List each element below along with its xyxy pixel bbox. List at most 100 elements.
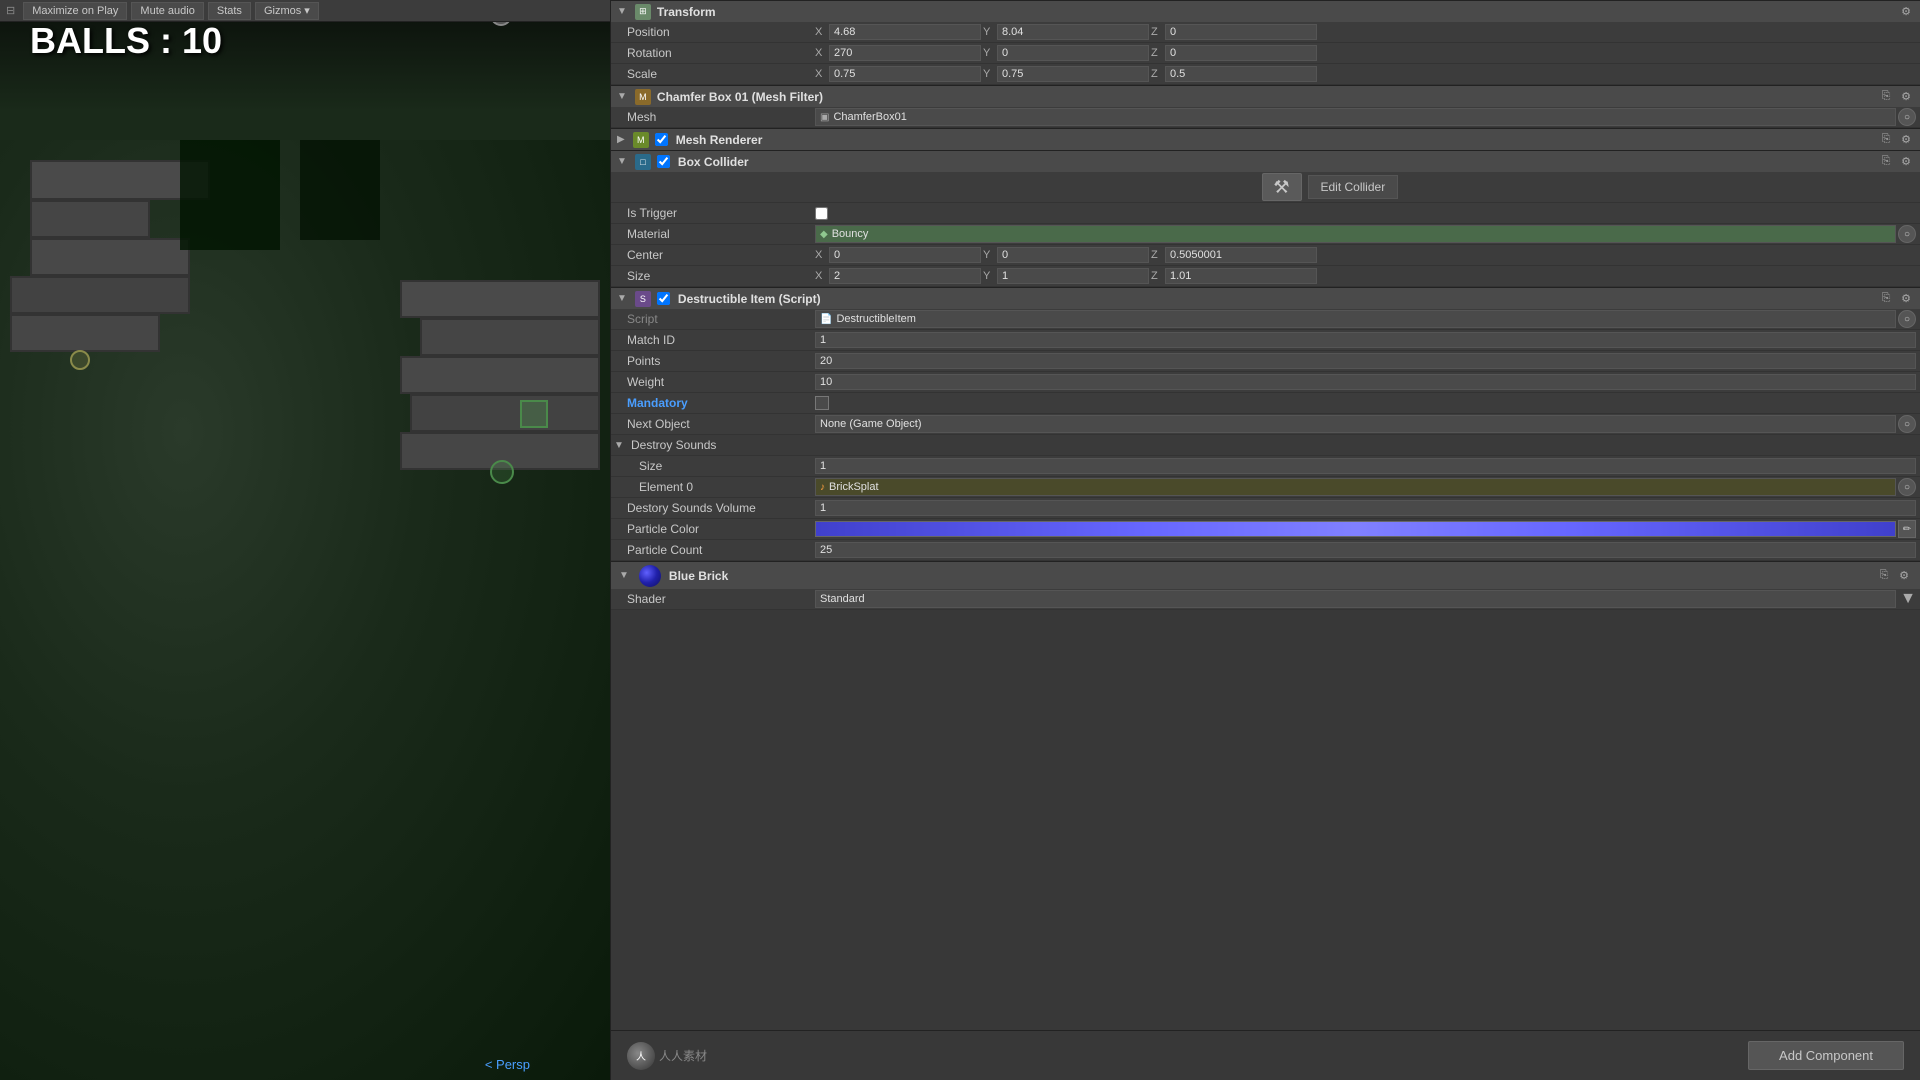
destructible-enabled[interactable] <box>657 292 670 305</box>
rotation-x-input[interactable] <box>829 45 981 61</box>
scale-x-input[interactable] <box>829 66 981 82</box>
scale-z-input[interactable] <box>1165 66 1317 82</box>
destroy-sounds-label: Destroy Sounds <box>627 436 827 454</box>
stats-btn[interactable]: Stats <box>208 2 251 20</box>
next-object-ref-field[interactable]: None (Game Object) <box>815 415 1896 433</box>
edit-collider-btn[interactable]: Edit Collider <box>1308 175 1399 199</box>
blue-brick-header[interactable]: ▼ Blue Brick ⎘ ⚙ <box>611 561 1920 589</box>
mesh-select-btn[interactable]: ○ <box>1898 108 1916 126</box>
destroy-sounds-volume-input[interactable] <box>815 500 1916 516</box>
mesh-ref-field[interactable]: ▣ ChamferBox01 <box>815 108 1896 126</box>
element0-ref-text: BrickSplat <box>829 481 879 493</box>
destroy-sounds-size-input[interactable] <box>815 458 1916 474</box>
blue-brick-copy-btn[interactable]: ⎘ <box>1876 568 1892 584</box>
next-object-row: Next Object None (Game Object) ○ <box>611 414 1920 435</box>
position-x-label: X <box>815 26 827 38</box>
weight-input[interactable] <box>815 374 1916 390</box>
element0-ref-field[interactable]: ♪ BrickSplat <box>815 478 1896 496</box>
mesh-renderer-enabled[interactable] <box>655 133 668 146</box>
center-row: Center X Y Z <box>611 245 1920 266</box>
box-collider-copy-btn[interactable]: ⎘ <box>1878 154 1894 170</box>
mesh-renderer-settings-btn[interactable]: ⚙ <box>1898 132 1914 148</box>
rotation-z-input[interactable] <box>1165 45 1317 61</box>
mesh-renderer-header[interactable]: ▶ M Mesh Renderer ⎘ ⚙ <box>611 128 1920 150</box>
size-xyz: X Y Z <box>815 268 1916 284</box>
mesh-filter-body: Mesh ▣ ChamferBox01 ○ <box>611 107 1920 128</box>
scale-row: Scale X Y Z <box>611 64 1920 85</box>
destructible-item-header[interactable]: ▼ S Destructible Item (Script) ⎘ ⚙ <box>611 287 1920 309</box>
center-z-input[interactable] <box>1165 247 1317 263</box>
gizmos-btn[interactable]: Gizmos ▾ <box>255 2 319 20</box>
next-object-select-btn[interactable]: ○ <box>1898 415 1916 433</box>
maximize-play-btn[interactable]: Maximize on Play <box>23 2 127 20</box>
box-collider-settings-btn[interactable]: ⚙ <box>1898 154 1914 170</box>
mandatory-row: Mandatory <box>611 393 1920 414</box>
element0-row: Element 0 ♪ BrickSplat ○ <box>611 477 1920 498</box>
script-ref-field[interactable]: 📄 DestructibleItem <box>815 310 1896 328</box>
is-trigger-checkbox[interactable] <box>815 207 828 220</box>
center-z-field: Z <box>1151 247 1317 263</box>
position-row: Position X Y Z <box>611 22 1920 43</box>
match-id-input[interactable] <box>815 332 1916 348</box>
particle-color-edit-btn[interactable]: ✏ <box>1898 520 1916 538</box>
box-collider-header[interactable]: ▼ □ Box Collider ⎘ ⚙ <box>611 150 1920 172</box>
position-z-input[interactable] <box>1165 24 1317 40</box>
size-z-input[interactable] <box>1165 268 1317 284</box>
material-value: ◆ Bouncy ○ <box>811 225 1920 243</box>
size-collider-value: X Y Z <box>811 268 1920 284</box>
mesh-filter-header[interactable]: ▼ M Chamfer Box 01 (Mesh Filter) ⎘ ⚙ <box>611 85 1920 107</box>
weight-label: Weight <box>611 373 811 391</box>
next-object-ref-text: None (Game Object) <box>820 418 921 430</box>
material-ref-text: Bouncy <box>832 228 869 240</box>
match-id-value <box>811 332 1920 348</box>
transform-title: Transform <box>657 5 716 19</box>
destroy-sounds-size-value <box>811 458 1920 474</box>
destructible-settings-btn[interactable]: ⚙ <box>1898 291 1914 307</box>
script-select-btn[interactable]: ○ <box>1898 310 1916 328</box>
mesh-renderer-copy-btn[interactable]: ⎘ <box>1878 132 1894 148</box>
transform-settings-btn[interactable]: ⚙ <box>1898 4 1914 20</box>
material-ref-field[interactable]: ◆ Bouncy <box>815 225 1896 243</box>
element0-select-btn[interactable]: ○ <box>1898 478 1916 496</box>
destructible-copy-btn[interactable]: ⎘ <box>1878 291 1894 307</box>
mesh-filter-copy-btn[interactable]: ⎘ <box>1878 89 1894 105</box>
scale-y-input[interactable] <box>997 66 1149 82</box>
particle-color-bar[interactable] <box>815 521 1896 537</box>
particle-count-input[interactable] <box>815 542 1916 558</box>
blue-brick-settings-btn[interactable]: ⚙ <box>1896 568 1912 584</box>
box-collider-enabled[interactable] <box>657 155 670 168</box>
size-x-input[interactable] <box>829 268 981 284</box>
shader-ref-field[interactable]: Standard <box>815 590 1896 608</box>
size-y-label: Y <box>983 270 995 282</box>
destroy-sounds-size-label: Size <box>611 457 811 475</box>
center-x-input[interactable] <box>829 247 981 263</box>
shader-dropdown-arrow[interactable]: ▼ <box>1900 590 1916 608</box>
center-y-input[interactable] <box>997 247 1149 263</box>
mesh-renderer-settings: ⎘ ⚙ <box>1878 132 1914 148</box>
points-input[interactable] <box>815 353 1916 369</box>
mandatory-value <box>811 396 1920 410</box>
rotation-y-input[interactable] <box>997 45 1149 61</box>
destroy-sounds-header[interactable]: ▼ Destroy Sounds <box>611 435 1920 456</box>
element0-value: ♪ BrickSplat ○ <box>811 478 1920 496</box>
element0-label: Element 0 <box>611 478 811 496</box>
scale-xyz: X Y Z <box>815 66 1916 82</box>
position-y-input[interactable] <box>997 24 1149 40</box>
transform-icon: ⊞ <box>635 4 651 20</box>
transform-component-header[interactable]: ▼ ⊞ Transform ⚙ <box>611 0 1920 22</box>
mesh-filter-settings-btn[interactable]: ⚙ <box>1898 89 1914 105</box>
mesh-filter-collapse-arrow: ▼ <box>617 91 627 102</box>
position-x-input[interactable] <box>829 24 981 40</box>
rotation-x-field: X <box>815 45 981 61</box>
shader-value: Standard ▼ <box>811 590 1920 608</box>
mandatory-checkbox[interactable] <box>815 396 829 410</box>
material-select-btn[interactable]: ○ <box>1898 225 1916 243</box>
rotation-y-label: Y <box>983 47 995 59</box>
destroy-sounds-size-row: Size <box>611 456 1920 477</box>
mute-audio-btn[interactable]: Mute audio <box>131 2 203 20</box>
box-collider-arrow: ▼ <box>617 156 627 167</box>
add-component-btn[interactable]: Add Component <box>1748 1041 1904 1070</box>
center-x-field: X <box>815 247 981 263</box>
mesh-renderer-arrow: ▶ <box>617 134 625 145</box>
size-y-input[interactable] <box>997 268 1149 284</box>
